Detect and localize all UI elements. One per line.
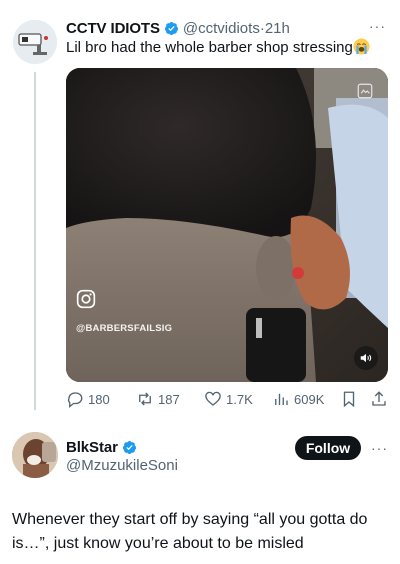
views-button[interactable]: 609K	[272, 390, 324, 408]
share-button[interactable]	[370, 390, 392, 408]
reply-count: 180	[88, 391, 110, 407]
reply-icon	[67, 392, 83, 408]
share-icon	[372, 391, 386, 406]
tweet-header: CCTV IDIOTS @cctvidiots · 21h ···	[66, 18, 386, 38]
repost-button[interactable]: 187	[136, 390, 180, 408]
video-frame	[66, 68, 388, 382]
reply-author-avatar[interactable]	[12, 432, 58, 478]
follow-button[interactable]: Follow	[295, 436, 361, 460]
reply-author-name[interactable]: BlkStar	[66, 439, 118, 456]
more-options-icon[interactable]: ···	[369, 18, 386, 34]
tweet-text: Lil bro had the whole barber shop stress…	[66, 38, 392, 58]
tweet-timestamp[interactable]: 21h	[265, 20, 290, 37]
reply-author-handle[interactable]: @MzuzukileSoni	[66, 457, 178, 474]
bookmark-icon	[343, 391, 355, 408]
reply-more-options-icon[interactable]: ···	[371, 440, 388, 456]
instagram-icon	[76, 289, 96, 309]
volume-icon	[360, 353, 372, 363]
repost-count: 187	[158, 391, 180, 407]
reply-text: Whenever they start off by saying “all y…	[12, 511, 368, 552]
tweet-action-bar: 180 187 1.7K 609K	[66, 388, 392, 410]
verified-badge-icon	[122, 440, 136, 455]
heart-icon	[205, 391, 221, 406]
verified-badge-icon	[164, 21, 178, 35]
repost-icon	[139, 392, 151, 406]
video-watermark: @BARBERSFAILSIG	[76, 323, 173, 334]
tweet-video[interactable]: @BARBERSFAILSIG	[66, 68, 388, 382]
loudly-crying-face-icon	[353, 38, 370, 55]
view-count: 609K	[294, 391, 325, 407]
volume-button[interactable]	[354, 346, 378, 370]
reply-button[interactable]: 180	[66, 390, 110, 408]
author-handle[interactable]: @cctvidiots	[183, 20, 260, 37]
tweet-text-body: Lil bro had the whole barber shop stress…	[66, 39, 353, 56]
thread-connector-line	[34, 72, 36, 410]
author-name[interactable]: CCTV IDIOTS	[66, 20, 160, 37]
bookmark-button[interactable]	[340, 390, 362, 408]
media-top-right-icon	[357, 83, 373, 99]
views-chart-icon	[275, 393, 288, 405]
reply-author-header: BlkStar	[66, 439, 141, 456]
like-button[interactable]: 1.7K	[204, 390, 253, 408]
author-avatar[interactable]	[13, 20, 57, 64]
like-count: 1.7K	[226, 391, 253, 407]
